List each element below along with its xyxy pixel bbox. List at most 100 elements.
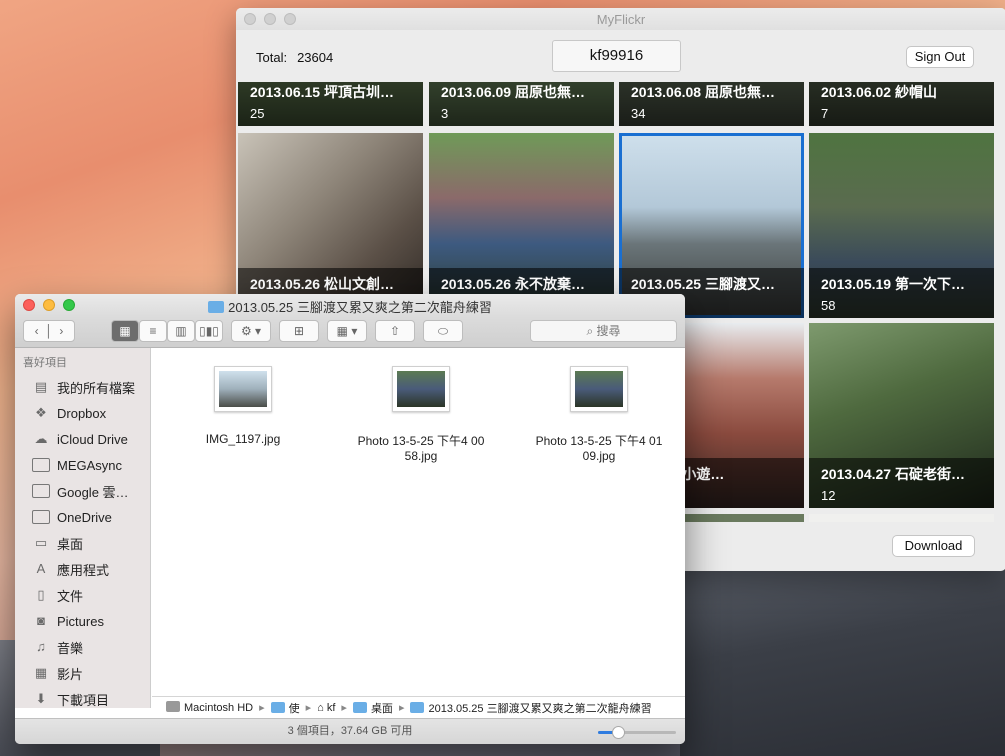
documents-icon: ▯ xyxy=(37,587,45,602)
icon-view-button[interactable]: ▦ xyxy=(111,320,139,342)
search-input[interactable]: ⌕ 搜尋 xyxy=(530,320,677,342)
folder-icon xyxy=(208,301,225,313)
camera-icon: ◙ xyxy=(37,613,45,628)
sidebar-item-desktop[interactable]: ▭ 桌面 xyxy=(15,530,150,556)
sidebar-item-megasync[interactable]: MEGAsync xyxy=(15,452,150,478)
file-thumbnail xyxy=(570,366,628,412)
myflickr-titlebar: MyFlickr xyxy=(236,8,1005,30)
sidebar-item-pictures[interactable]: ◙ Pictures xyxy=(15,608,150,634)
forward-arrow-icon[interactable]: › xyxy=(59,324,63,338)
album-tile[interactable]: 2013.05.26 永不放棄… xyxy=(429,133,614,318)
sidebar-item-google-drive[interactable]: Google 雲… xyxy=(15,478,150,504)
file-name: Photo 13-5-25 下午4 00 58.jpg xyxy=(357,434,485,463)
album-tile[interactable]: 2013.04.27 石碇老街… 12 xyxy=(809,323,994,508)
tag-icon: ⬭ xyxy=(437,324,449,338)
download-icon: ⬇ xyxy=(35,691,47,706)
download-button[interactable]: Download xyxy=(892,535,975,557)
total-count: Total: 23604 xyxy=(256,50,333,65)
all-files-icon: ▤ xyxy=(34,379,48,394)
file-item[interactable]: Photo 13-5-25 下午4 00 58.jpg xyxy=(341,366,501,463)
album-tile[interactable]: 2013.05.26 松山文創… xyxy=(238,133,423,318)
action-menu-button[interactable]: ⚙ ▾ xyxy=(231,320,271,342)
file-area: IMG_1197.jpg Photo 13-5-25 下午4 00 58.jpg… xyxy=(152,348,685,696)
list-view-button[interactable]: ≡ xyxy=(139,320,167,342)
sidebar-item-music[interactable]: ♫ 音樂 xyxy=(15,634,150,660)
total-label: Total: xyxy=(256,50,288,65)
home-icon: ⌂ xyxy=(317,701,327,714)
finder-sidebar: 喜好項目 ▤ 我的所有檔案 ❖ Dropbox ☁ iCloud Drive MEGA… xyxy=(15,348,151,708)
movies-icon: ▦ xyxy=(34,665,48,680)
back-forward-buttons[interactable]: ‹ │ › xyxy=(23,320,75,342)
file-name: Photo 13-5-25 下午4 01 09.jpg xyxy=(535,434,663,463)
sidebar-item-icloud[interactable]: ☁ iCloud Drive xyxy=(15,426,150,452)
file-thumbnail xyxy=(392,366,450,412)
sidebar-header: 喜好項目 xyxy=(23,357,67,369)
path-item[interactable]: ⌂ kf xyxy=(317,702,335,714)
icon-size-slider[interactable] xyxy=(598,726,676,739)
album-tile[interactable] xyxy=(809,514,994,522)
sidebar-item-downloads[interactable]: ⬇ 下載項目 xyxy=(15,686,150,708)
music-icon: ♫ xyxy=(36,639,46,654)
path-item[interactable]: 桌面 xyxy=(352,700,393,716)
slider-knob[interactable] xyxy=(611,726,625,739)
file-name: IMG_1197.jpg xyxy=(205,432,281,446)
cloud-icon: ☁ xyxy=(34,431,48,446)
status-bar: 3 個項目，37.64 GB 可用 xyxy=(15,718,685,744)
new-folder-button[interactable]: ⊞ xyxy=(279,320,319,342)
album-tile[interactable]: 2013.06.15 坪頂古圳… 25 xyxy=(238,82,423,126)
dropbox-icon: ❖ xyxy=(35,405,47,420)
new-folder-icon: ⊞ xyxy=(293,324,305,338)
sidebar-item-documents[interactable]: ▯ 文件 xyxy=(15,582,150,608)
search-icon: ⌕ xyxy=(586,324,597,338)
window-title: MyFlickr xyxy=(596,12,646,27)
sidebar-item-all-files[interactable]: ▤ 我的所有檔案 xyxy=(15,374,150,400)
folder-icon xyxy=(32,510,50,524)
finder-titlebar: 2013.05.25 三腳渡又累又爽之第二次龍舟練習 xyxy=(15,294,685,316)
column-view-button[interactable]: ▥ xyxy=(167,320,195,342)
status-text: 3 個項目，37.64 GB 可用 xyxy=(287,725,413,737)
sidebar-item-onedrive[interactable]: OneDrive xyxy=(15,504,150,530)
username-field[interactable]: kf99916 xyxy=(552,40,681,72)
myflickr-toolbar: Total: 23604 kf99916 xyxy=(236,30,1005,82)
applications-icon: A xyxy=(36,561,46,576)
folder-icon xyxy=(352,701,367,713)
sidebar-item-dropbox[interactable]: ❖ Dropbox xyxy=(15,400,150,426)
total-value: 23604 xyxy=(297,50,334,65)
album-tile[interactable]: 2013.06.02 紗帽山 7 xyxy=(809,82,994,126)
finder-title: 2013.05.25 三腳渡又累又爽之第二次龍舟練習 xyxy=(15,297,685,316)
album-tile[interactable]: 2013.05.19 第一次下… 58 xyxy=(809,133,994,318)
finder-window: 2013.05.25 三腳渡又累又爽之第二次龍舟練習 ‹ │ › ▦ ≡ ▥ ▯… xyxy=(15,294,685,744)
columns-icon: ▥ xyxy=(175,324,187,338)
path-item[interactable]: 2013.05.25 三腳渡又累又爽之第二次龍舟練習 xyxy=(410,700,652,716)
grid-icon: ▦ xyxy=(119,324,131,338)
hard-drive-icon xyxy=(166,701,180,712)
desktop-icon: ▭ xyxy=(34,535,48,550)
arrange-button[interactable]: ▦ ▾ xyxy=(327,320,367,342)
album-tile-selected[interactable]: 2013.05.25 三腳渡又… xyxy=(619,133,804,318)
folder-icon xyxy=(32,458,50,472)
share-button[interactable]: ⇧ xyxy=(375,320,415,342)
album-tile[interactable]: 2013.06.08 屈原也無… 34 xyxy=(619,82,804,126)
arrange-icon: ▦ ▾ xyxy=(336,324,358,338)
coverflow-icon: ▯▮▯ xyxy=(199,324,219,338)
sidebar-item-applications[interactable]: A 應用程式 xyxy=(15,556,150,582)
share-icon: ⇧ xyxy=(389,324,401,338)
path-item[interactable]: 使 xyxy=(270,700,300,716)
sign-out-button[interactable]: Sign Out xyxy=(906,46,974,68)
path-bar: Macintosh HD ▸ 使 ▸ ⌂ kf ▸ 桌面 ▸ 2013.05.25 三腳… xyxy=(152,696,685,718)
coverflow-view-button[interactable]: ▯▮▯ xyxy=(195,320,223,342)
album-tile[interactable]: 2013.06.09 屈原也無… 3 xyxy=(429,82,614,126)
folder-icon xyxy=(270,701,285,713)
file-thumbnail xyxy=(214,366,272,412)
tags-button[interactable]: ⬭ xyxy=(423,320,463,342)
finder-toolbar: ‹ │ › ▦ ≡ ▥ ▯▮▯ ⚙ ▾ ⊞ ▦ ▾ ⇧ ⬭ ⌕ 搜尋 xyxy=(15,316,685,348)
folder-icon xyxy=(410,701,425,713)
file-item[interactable]: IMG_1197.jpg xyxy=(163,366,323,446)
file-item[interactable]: Photo 13-5-25 下午4 01 09.jpg xyxy=(519,366,679,463)
sidebar-item-movies[interactable]: ▦ 影片 xyxy=(15,660,150,686)
list-icon: ≡ xyxy=(149,324,157,338)
path-item[interactable]: Macintosh HD xyxy=(166,701,253,714)
back-arrow-icon[interactable]: ‹ xyxy=(35,324,39,338)
folder-icon xyxy=(32,484,50,498)
gear-icon: ⚙ ▾ xyxy=(240,324,262,338)
